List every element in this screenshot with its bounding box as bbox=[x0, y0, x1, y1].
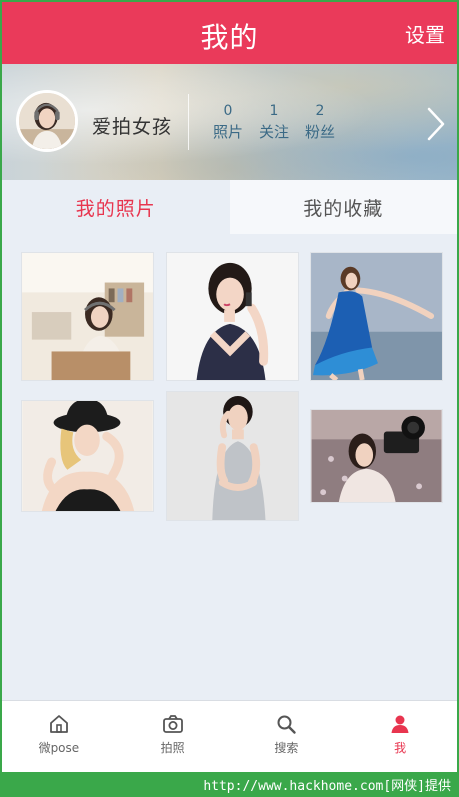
stat-label: 粉丝 bbox=[304, 123, 335, 141]
photo-girl-black-hat bbox=[22, 401, 153, 511]
nav-me[interactable]: 我 bbox=[343, 701, 457, 774]
chevron-right-icon[interactable] bbox=[425, 106, 447, 142]
nav-label: 搜索 bbox=[274, 741, 299, 755]
page-title: 我的 bbox=[200, 21, 259, 54]
watermark-bar: http://www.hackhome.com[网侠]提供 bbox=[0, 772, 459, 797]
profile-banner[interactable]: 爱拍女孩 0 照片 1 关注 2 粉丝 bbox=[2, 64, 457, 180]
photo-girl-camera-field bbox=[311, 410, 442, 502]
photo-girl-blue-dress-beach bbox=[311, 253, 442, 380]
stat-count: 0 bbox=[223, 103, 233, 119]
tab-my-photos[interactable]: 我的照片 bbox=[2, 180, 230, 234]
home-icon bbox=[49, 715, 68, 733]
stat-followers[interactable]: 2 粉丝 bbox=[297, 102, 343, 142]
nav-weipose[interactable]: 微pose bbox=[2, 701, 116, 774]
profile-stats: 0 照片 1 关注 2 粉丝 bbox=[205, 102, 343, 142]
photo-girl-headphones-room bbox=[22, 253, 153, 380]
user-icon bbox=[391, 715, 409, 733]
nav-camera[interactable]: 拍照 bbox=[116, 701, 230, 774]
stat-photos[interactable]: 0 照片 bbox=[205, 102, 251, 142]
username: 爱拍女孩 bbox=[92, 116, 173, 138]
photo-tile[interactable] bbox=[21, 400, 154, 512]
photo-tile[interactable] bbox=[166, 391, 299, 521]
photo-tabs: 我的照片 我的收藏 bbox=[2, 180, 457, 234]
nav-label: 拍照 bbox=[160, 741, 185, 755]
settings-button[interactable]: 设置 bbox=[405, 19, 445, 48]
stat-count: 2 bbox=[315, 103, 325, 119]
nav-label: 我 bbox=[394, 741, 407, 755]
stat-label: 关注 bbox=[258, 123, 289, 141]
photo-tile[interactable] bbox=[310, 409, 443, 503]
photo-tile[interactable] bbox=[166, 252, 299, 381]
photo-girl-silver-dress bbox=[167, 392, 298, 520]
avatar-image bbox=[19, 93, 75, 149]
photo-tile[interactable] bbox=[310, 252, 443, 381]
avatar[interactable] bbox=[16, 90, 78, 152]
photo-girl-phone-black-dress bbox=[167, 253, 298, 380]
banner-divider bbox=[188, 94, 189, 150]
nav-search[interactable]: 搜索 bbox=[230, 701, 344, 774]
stat-following[interactable]: 1 关注 bbox=[251, 102, 297, 142]
nav-label: 微pose bbox=[38, 741, 80, 755]
bottom-nav: 微pose 拍照 搜索 我 bbox=[2, 700, 457, 774]
camera-icon bbox=[162, 715, 183, 733]
stat-count: 1 bbox=[269, 103, 279, 119]
top-header: 我的 设置 bbox=[2, 2, 457, 64]
app-screen: 我的 设置 爱拍女孩 0 照片 1 关注 2 粉丝 我的照片 我的收藏 微pos… bbox=[0, 0, 459, 797]
stat-label: 照片 bbox=[212, 123, 243, 141]
photo-tile[interactable] bbox=[21, 252, 154, 381]
search-icon bbox=[277, 715, 297, 734]
tab-my-favorites[interactable]: 我的收藏 bbox=[229, 180, 457, 234]
watermark-text: http://www.hackhome.com[网侠]提供 bbox=[203, 779, 451, 794]
